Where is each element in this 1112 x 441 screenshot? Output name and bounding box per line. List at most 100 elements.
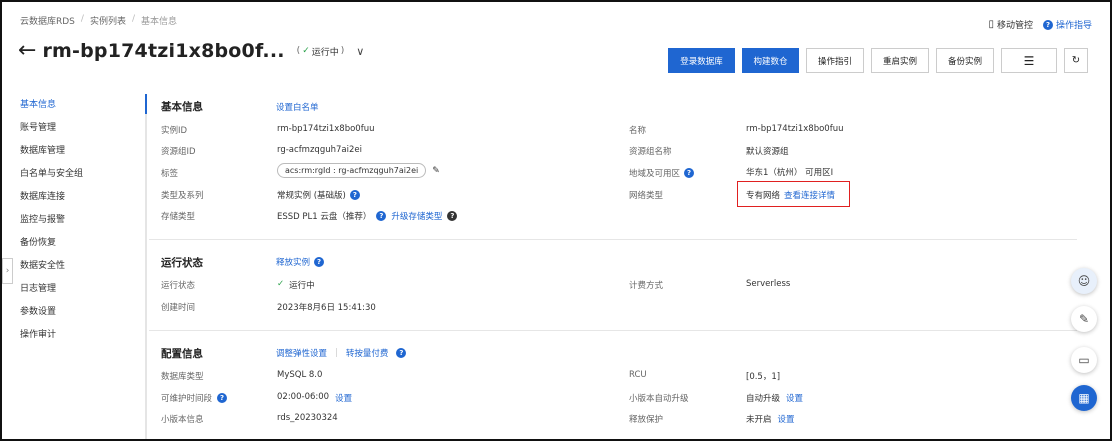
tag-chip: acs:rm:rgId : rg-acfmzqguh7ai2ei (277, 163, 427, 178)
release-protect-label: 释放保护 (629, 415, 664, 425)
type-row: 常规实例 (基础版) ? (277, 189, 360, 201)
sidebar-item-backup[interactable]: 备份恢复 (20, 236, 83, 259)
check-icon: ✓ (302, 46, 310, 56)
mobile-control-link[interactable]: ▯ 移动管控 (988, 18, 1033, 31)
db-type-value: MySQL 8.0 (277, 370, 323, 380)
login-db-button[interactable]: 登录数据库 (668, 48, 735, 73)
release-instance-link[interactable]: 释放实例 (276, 256, 310, 268)
pen-icon[interactable]: ✎ (1071, 306, 1097, 332)
instance-header: ← rm-bp174tzi1x8bo0f... ( ✓ 运行中 ) ∨ (18, 40, 364, 63)
back-arrow-icon[interactable]: ← (18, 40, 36, 62)
created-value: 2023年8月6日 15:41:30 (277, 303, 376, 313)
auto-upgrade-value: 自动升级 (746, 394, 781, 404)
sidebar-item-audit[interactable]: 操作审计 (20, 328, 83, 351)
operation-guide-label: 操作指导 (1055, 21, 1092, 31)
breadcrumb-item-current: 基本信息 (141, 17, 178, 27)
sidebar-item-security[interactable]: 数据安全性 (20, 259, 83, 282)
sidebar-item-whitelist[interactable]: 白名单与安全组 (20, 167, 83, 190)
name-label: 名称 (629, 126, 647, 136)
auto-upgrade-settings-link[interactable]: 设置 (786, 392, 803, 404)
operation-guide-button[interactable]: 操作指引 (806, 48, 864, 73)
region-value: 华东1（杭州） 可用区I (746, 168, 834, 178)
apps-icon[interactable]: ▦ (1071, 385, 1097, 411)
help-icon[interactable]: ? (396, 348, 407, 358)
section-title-running: 运行状态 (161, 257, 203, 269)
backup-instance-button[interactable]: 备份实例 (936, 48, 994, 73)
sidebar-collapse-toggle[interactable]: › (2, 258, 13, 284)
avatar-icon[interactable]: ☺ (1071, 268, 1097, 294)
sidebar-item-parameters[interactable]: 参数设置 (20, 305, 83, 328)
release-protect-value: 未开启 (746, 415, 772, 425)
db-type-label: 数据库类型 (161, 372, 204, 382)
region-label: 地域及可用区 (629, 169, 681, 179)
help-icon[interactable]: ? (349, 190, 360, 200)
refresh-icon[interactable]: ↻ (1064, 48, 1088, 73)
release-row: 释放实例 ? (276, 256, 325, 268)
upgrade-storage-link[interactable]: 升级存储类型 (391, 210, 442, 222)
run-status-label: 运行状态 (161, 281, 196, 291)
restart-instance-button[interactable]: 重启实例 (871, 48, 929, 73)
region-label-row: 地域及可用区 ? (629, 167, 695, 179)
mobile-control-label: 移动管控 (996, 21, 1033, 31)
rg-name-value: 默认资源组 (746, 147, 789, 157)
network-value: 专有网络 (746, 191, 781, 201)
release-protect-row: 未开启 设置 (746, 413, 795, 425)
status-badge: ( ✓ 运行中 ) (296, 46, 345, 58)
billing-value: Serverless (746, 279, 791, 289)
minor-version-label: 小版本信息 (161, 415, 204, 425)
breadcrumb-item[interactable]: 云数据库RDS (20, 14, 75, 27)
config-links: 调整弹性设置 | 转按量付费 ? (276, 347, 407, 359)
auto-upgrade-row: 自动升级 设置 (746, 392, 803, 404)
help-icon[interactable]: ? (217, 393, 228, 403)
type-value: 常规实例 (基础版) (277, 191, 346, 201)
chevron-down-icon[interactable]: ∨ (356, 45, 364, 58)
breadcrumb-item[interactable]: 实例列表 (90, 14, 126, 27)
set-whitelist-link[interactable]: 设置白名单 (276, 101, 319, 113)
sidebar-item-basic-info[interactable]: 基本信息 (20, 98, 83, 121)
sidebar-divider (145, 94, 147, 439)
help-icon[interactable]: ? (376, 211, 387, 221)
help-icon[interactable]: ? (447, 211, 458, 221)
adjust-elastic-link[interactable]: 调整弹性设置 (276, 347, 327, 359)
storage-label: 存储类型 (161, 212, 196, 222)
instance-id-label: 实例ID (161, 126, 188, 136)
instance-title: rm-bp174tzi1x8bo0f... (42, 40, 285, 62)
minor-version-value: rds_20230324 (277, 413, 338, 423)
sidebar-item-monitoring[interactable]: 监控与报警 (20, 213, 83, 236)
instance-id-value: rm-bp174tzi1x8bo0fuu (277, 124, 375, 134)
billing-label: 计费方式 (629, 281, 664, 291)
storage-row: ESSD PL1 云盘（推荐） ? 升级存储类型 ? (277, 210, 458, 222)
storage-value: ESSD PL1 云盘（推荐） (277, 212, 372, 222)
top-right-links: ▯ 移动管控 ? 操作指导 (988, 18, 1092, 31)
sidebar-item-connection[interactable]: 数据库连接 (20, 190, 83, 213)
sidebar-item-logs[interactable]: 日志管理 (20, 282, 83, 305)
action-toolbar: 登录数据库 构建数仓 操作指引 重启实例 备份实例 ☰ ↻ (668, 48, 1088, 73)
switch-payg-link[interactable]: 转按量付费 (346, 347, 389, 359)
sidebar-item-accounts[interactable]: 账号管理 (20, 121, 83, 144)
edit-icon[interactable]: ✎ (432, 166, 440, 176)
list-icon[interactable]: ☰ (1001, 48, 1057, 73)
build-warehouse-button[interactable]: 构建数仓 (742, 48, 799, 73)
rg-id-label: 资源组ID (161, 147, 196, 157)
maint-settings-link[interactable]: 设置 (335, 392, 352, 404)
tag-row: acs:rm:rgId : rg-acfmzqguh7ai2ei ✎ (277, 163, 440, 178)
breadcrumb-separator: / (80, 14, 84, 24)
tag-label: 标签 (161, 169, 179, 179)
breadcrumb: 云数据库RDS / 实例列表 / 基本信息 (20, 14, 177, 27)
section-title-config: 配置信息 (161, 348, 203, 360)
maint-label-row: 可维护时间段 ? (161, 392, 228, 404)
chat-icon[interactable]: ▭ (1071, 347, 1097, 373)
operation-guide-link[interactable]: ? 操作指导 (1042, 18, 1092, 31)
guide-icon: ? (1042, 19, 1053, 30)
rg-name-label: 资源组名称 (629, 147, 672, 157)
help-icon[interactable]: ? (684, 168, 695, 178)
run-status-row: ✓ 运行中 (277, 279, 315, 291)
maint-label: 可维护时间段 (161, 394, 213, 404)
help-icon[interactable]: ? (314, 257, 325, 267)
sidebar-active-indicator (145, 94, 147, 114)
section-divider (149, 239, 1077, 240)
view-connection-link[interactable]: 查看连接详情 (784, 189, 835, 201)
release-protect-settings-link[interactable]: 设置 (778, 413, 795, 425)
sidebar-item-databases[interactable]: 数据库管理 (20, 144, 83, 167)
maint-value: 02:00-06:00 (277, 392, 330, 402)
